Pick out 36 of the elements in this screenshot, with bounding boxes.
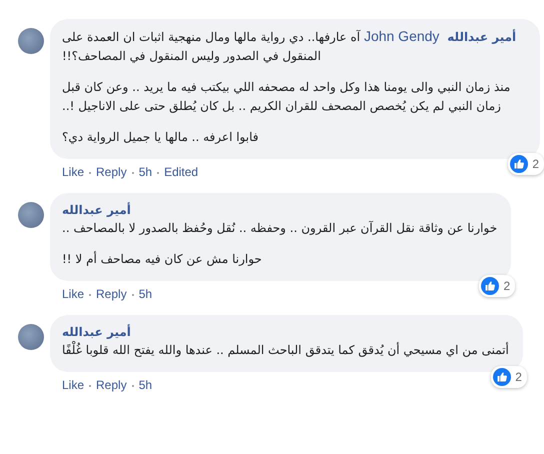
reaction-badge[interactable]: 2 xyxy=(508,153,544,175)
thumbs-up-icon xyxy=(510,155,528,173)
separator-dot xyxy=(89,385,92,387)
comment-text: منذ زمان النبي والى يومنا هذا وكل واحد له مصحفه اللي بيكتب فيه ما يريد .. وعن كان قبل زمان النبي لم يكن يُخصص المصحف للقران الكريم .. بل كان يُطلق حتى على الاناجيل !.. xyxy=(62,79,512,115)
timestamp-link[interactable]: 5h xyxy=(138,165,152,179)
comment-text: خوارنا عن وثاقة نقل القرآن عبر القرون .. وحفظه .. نُقل وحُفظ بالصدور لا بالمصاحف .. xyxy=(62,220,498,237)
edited-link[interactable]: Edited xyxy=(164,165,198,179)
comment-text: آه عارفها.. دي رواية مالها ومال منهجية اثبات ان العمدة على المنقول في الصدور وليس المنقول في المصاحف؟!! xyxy=(62,30,360,63)
comment-text: حوارنا مش عن كان فيه مصاحف أم لا !! xyxy=(62,250,263,268)
author-name[interactable]: أمير عبدالله xyxy=(62,203,131,217)
avatar-icon[interactable] xyxy=(18,324,44,350)
reaction-badge[interactable]: 2 xyxy=(479,275,516,297)
separator-dot xyxy=(89,172,92,174)
avatar-icon[interactable] xyxy=(18,202,44,228)
separator-dot xyxy=(89,294,92,296)
thumbs-up-icon xyxy=(481,277,500,295)
like-link[interactable]: Like xyxy=(62,165,84,179)
reply-link[interactable]: Reply xyxy=(96,378,127,392)
timestamp-link[interactable]: 5h xyxy=(138,287,152,301)
comment-text: أتمنى من اي مسيحي أن يُدقق كما يتدقق الباحث المسلم .. عندها والله يفتح الله قلوبا غُلْفًا xyxy=(62,341,509,359)
separator-dot xyxy=(132,294,134,296)
comment-text: فابوا اعرفه .. مالها يا جميل الرواية دي؟ xyxy=(62,129,260,146)
like-link[interactable]: Like xyxy=(62,287,84,301)
avatar-icon[interactable] xyxy=(18,28,44,54)
author-name[interactable]: أمير عبدالله xyxy=(447,30,516,44)
reply-link[interactable]: Reply xyxy=(96,287,127,301)
separator-dot xyxy=(132,172,134,174)
separator-dot xyxy=(132,385,134,387)
thumbs-up-icon xyxy=(493,368,512,386)
mention-link[interactable]: John Gendy xyxy=(364,28,440,44)
author-name[interactable]: أمير عبدالله xyxy=(62,325,131,339)
reply-link[interactable]: Reply xyxy=(96,165,127,179)
like-link[interactable]: Like xyxy=(62,378,84,392)
timestamp-link[interactable]: 5h xyxy=(138,378,152,392)
reaction-badge[interactable]: 2 xyxy=(491,366,527,388)
separator-dot xyxy=(157,172,160,174)
